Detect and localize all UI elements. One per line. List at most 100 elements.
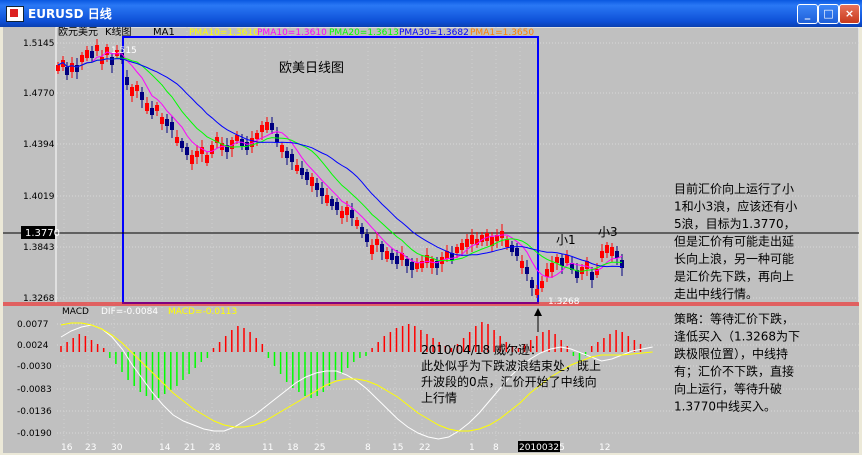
- candle-body: [370, 245, 374, 254]
- note-line: 5浪，目标为1.3770，: [674, 216, 796, 231]
- candle-body: [285, 151, 289, 158]
- candle-body: [320, 188, 324, 196]
- macd-tick-label: -0.0190: [17, 429, 52, 439]
- candle-body: [160, 117, 164, 124]
- note-line: 策略：等待汇价下跌，: [674, 311, 794, 326]
- close-button[interactable]: ×: [839, 4, 860, 24]
- candle-body: [345, 207, 349, 215]
- maximize-button[interactable]: □: [818, 4, 839, 24]
- macd-title: MACD: [62, 307, 89, 317]
- date-label-after: 12: [599, 443, 610, 453]
- candle-body: [455, 247, 459, 253]
- candle-body: [430, 259, 434, 268]
- candle-body: [110, 57, 114, 65]
- candle-body: [56, 65, 60, 71]
- candle-body: [185, 147, 189, 155]
- candle-body: [380, 244, 384, 252]
- date-tick-label: 15: [392, 443, 403, 453]
- date-tick-label: 8: [493, 443, 499, 453]
- candle-body: [460, 243, 464, 250]
- note-line: 目前汇价向上运行了小: [674, 181, 794, 196]
- chart-type-label: K线图: [105, 27, 132, 38]
- candle-body: [600, 251, 604, 258]
- candle-body: [465, 239, 469, 247]
- date-tick-label: 14: [159, 443, 171, 453]
- date-tick-label: 11: [262, 443, 273, 453]
- candle-body: [305, 172, 309, 180]
- candle-body: [525, 267, 529, 274]
- high-price-label: 1.515: [111, 46, 137, 56]
- price-tick-label: 1.4394: [23, 140, 55, 150]
- candle-body: [315, 183, 319, 190]
- symbol-label: 欧元美元: [58, 27, 98, 38]
- candle-body: [65, 67, 69, 75]
- candle-body: [470, 235, 474, 244]
- price-tick-label: 1.4019: [23, 192, 55, 202]
- ma-value-label: PMA30=1.3682: [399, 28, 469, 38]
- candle-body: [140, 92, 144, 100]
- date-tick-label: 25: [314, 443, 325, 453]
- title-bar[interactable]: EURUSD 日线 _ □ ×: [0, 0, 862, 27]
- candle-body: [330, 199, 334, 206]
- window-title: EURUSD 日线: [28, 7, 112, 21]
- note-line: 此处似乎为下跌波浪结束处，既上: [421, 358, 601, 373]
- candle-body: [410, 262, 414, 270]
- candle-body: [350, 210, 354, 218]
- candle-body: [85, 50, 89, 58]
- candle-body: [395, 256, 399, 264]
- candle-body: [265, 122, 269, 130]
- ma-label: MA1: [153, 27, 175, 38]
- date-tick-label: 30: [111, 443, 123, 453]
- candle-body: [130, 87, 134, 96]
- minimize-button[interactable]: _: [797, 4, 818, 24]
- candle-body: [205, 155, 209, 163]
- date-tick-label: 1: [469, 443, 475, 453]
- candle-body: [170, 122, 174, 130]
- date-tick-label: 21: [184, 443, 195, 453]
- price-tick-label: 1.5145: [23, 39, 55, 49]
- price-tick-label: 1.4770: [23, 89, 55, 99]
- candle-body: [415, 263, 419, 269]
- note-line: 跌极限位置），中线持: [674, 346, 788, 361]
- low-price-label: 1.3268: [548, 297, 580, 307]
- candle-body: [545, 269, 549, 277]
- chart-window: EURUSD 日线 _ □ × 欧元美元 K线图 MA1 PMA10=1.361…: [0, 0, 862, 455]
- macd-tick-label: 0.0024: [17, 341, 49, 351]
- candle-body: [605, 245, 609, 253]
- macd-tick-label: -0.0083: [17, 385, 52, 395]
- candle-body: [90, 51, 94, 58]
- candle-body: [260, 125, 264, 132]
- candle-body: [540, 281, 544, 288]
- macd-tick-label: -0.0136: [17, 407, 52, 417]
- candle-body: [80, 55, 84, 62]
- candle-body: [560, 258, 564, 266]
- price-tick-label: 1.3268: [23, 294, 55, 304]
- candle-body: [255, 133, 259, 139]
- candle-body: [295, 165, 299, 171]
- candle-body: [510, 245, 514, 252]
- date-tick-label: 18: [287, 443, 299, 453]
- wave1-label: 小1: [556, 233, 576, 247]
- note-line: 是汇价先下跌，再向上: [674, 269, 794, 284]
- candle-body: [565, 255, 569, 263]
- dif-value: DIF=-0.0084: [101, 307, 158, 317]
- candle-body: [195, 151, 199, 157]
- note-line: 升波段的0点，汇价开始了中线向: [421, 374, 597, 389]
- note-line: 2010/04/18 威尔逊：: [421, 342, 542, 357]
- note-line: 有；汇价不下跌，直接: [674, 364, 794, 379]
- note-line: 逢低买入（1.3268为下: [674, 330, 800, 344]
- chart-area[interactable]: 欧元美元 K线图 MA1 PMA10=1.3610PMA10=1.3610 PMA…: [3, 27, 859, 453]
- candle-body: [615, 251, 619, 258]
- candle-body: [335, 202, 339, 210]
- candle-body: [175, 137, 179, 143]
- target-price-label: 1.3770: [25, 228, 60, 239]
- ma-values: PMA10=1.3610PMA10=1.3610 PMA20=1.3613 PMA3…: [189, 28, 534, 38]
- note-line: 上行情: [421, 391, 457, 405]
- note-line: 长向上浪，另一种可能: [674, 251, 794, 266]
- candle-body: [555, 257, 559, 263]
- note-line: 1.3770中线买入。: [674, 399, 776, 414]
- candle-body: [365, 234, 369, 242]
- candle-body: [165, 119, 169, 126]
- candle-body: [375, 239, 379, 245]
- candle-body: [145, 103, 149, 111]
